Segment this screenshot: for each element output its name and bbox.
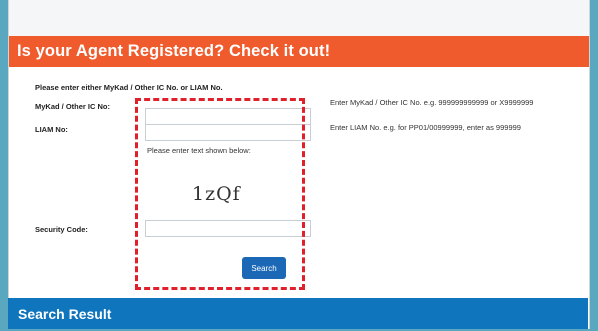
top-strip (9, 0, 589, 36)
mykad-hint: Enter MyKad / Other IC No. e.g. 99999999… (330, 98, 534, 107)
liam-label: LIAM No: (35, 125, 68, 134)
page-title: Is your Agent Registered? Check it out! (9, 36, 589, 67)
captcha-prompt: Please enter text shown below: (147, 146, 251, 155)
search-button[interactable]: Search (242, 257, 286, 279)
search-result-header: Search Result (8, 298, 588, 329)
liam-hint: Enter LIAM No. e.g. for PP01/00999999, e… (330, 123, 521, 132)
form-intro: Please enter either MyKad / Other IC No.… (35, 83, 223, 92)
liam-input[interactable] (145, 124, 311, 141)
mykad-input[interactable] (145, 108, 311, 125)
security-code-label: Security Code: (35, 225, 88, 234)
agent-check-card: Is your Agent Registered? Check it out! … (8, 0, 590, 329)
security-code-input[interactable] (145, 220, 311, 237)
agent-search-form: Please enter either MyKad / Other IC No.… (9, 67, 589, 289)
mykad-label: MyKad / Other IC No: (35, 102, 111, 111)
captcha-image: 1zQf (192, 183, 241, 205)
